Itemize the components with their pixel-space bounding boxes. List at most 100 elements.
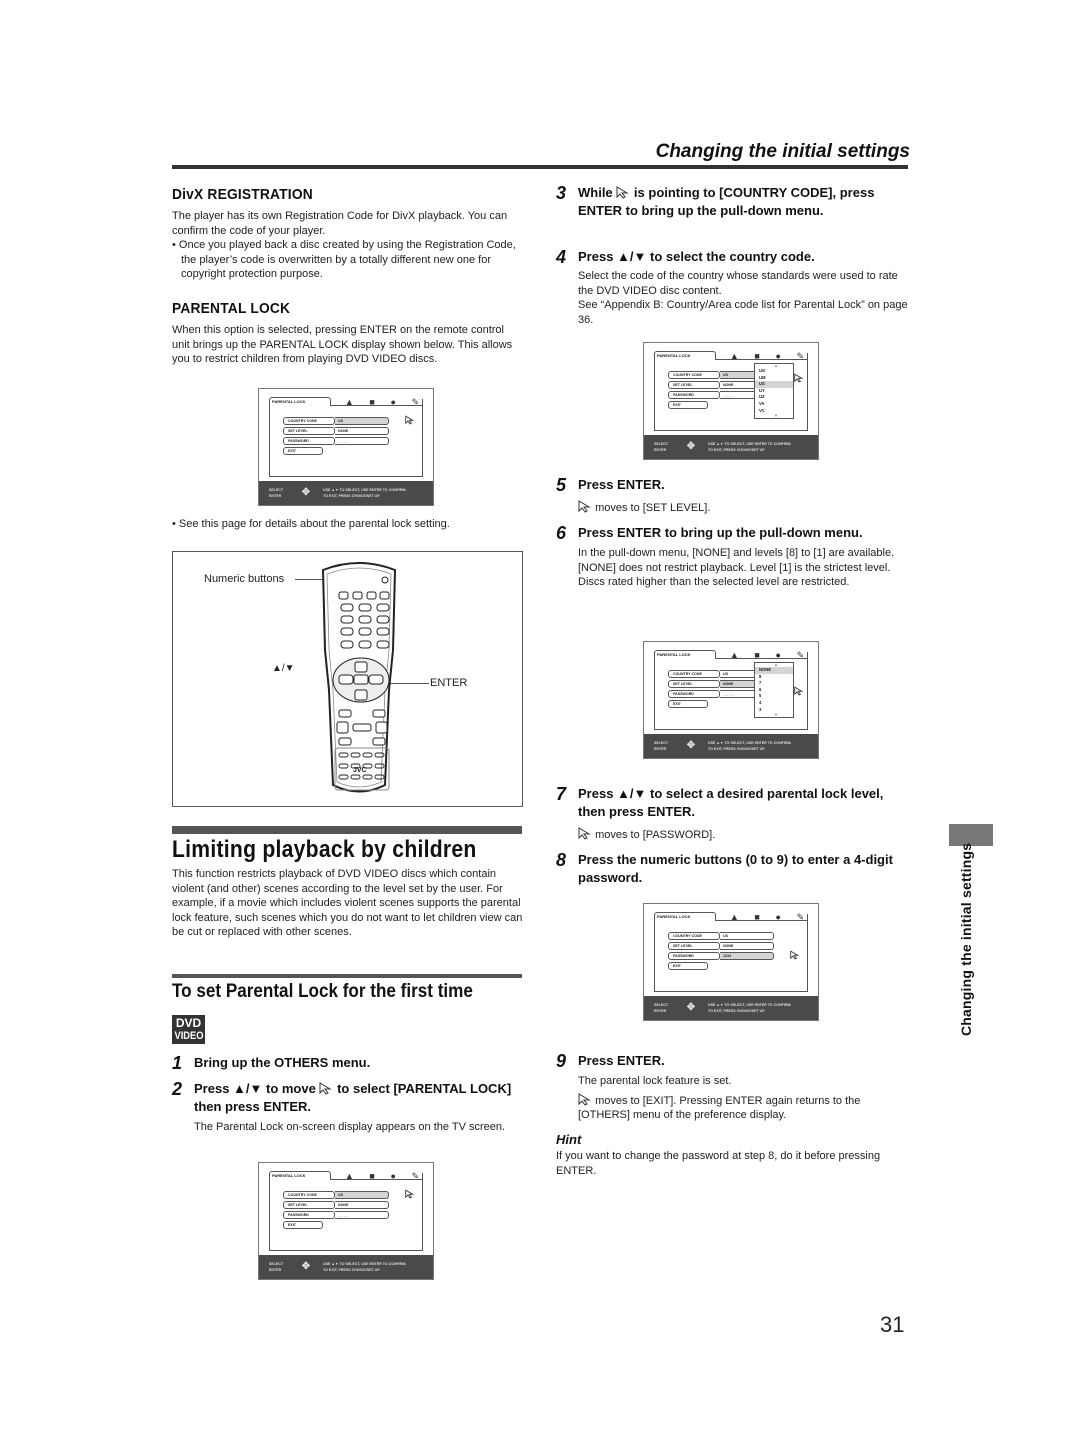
pointer-cursor-icon [616,186,630,199]
osd-menu-row[interactable]: SET LEVEL NONE [283,427,389,435]
pointer-cursor-icon [405,1189,415,1199]
pen-icon: ✎ [411,1171,420,1181]
pulldown-option[interactable]: UZ [755,394,793,401]
step-8: 8 Press the numeric buttons (0 to 9) to … [556,851,912,887]
remote-control-icon [321,562,397,793]
help-line: TO EXIT, PRESS CHOICE/SET UP. [323,1268,381,1272]
enter-label: ENTER [269,1268,282,1272]
osd-tab-title: PARENTAL LOCK [269,397,331,406]
step-description: Select the code of the country whose sta… [578,270,898,297]
speaker-icon: ▲ [344,1171,354,1181]
screen-icon: ■ [754,351,760,361]
osd-menu-row[interactable]: PASSWORD _ _ _ _ [283,1211,389,1219]
osd-pulldown-menu[interactable]: ▲ UG UM US UY UZ VA VC ▼ [754,363,794,419]
country-code-value[interactable]: US [335,417,389,425]
osd-menu-row[interactable]: PASSWORD _ _ _ _ [283,437,389,445]
osd-menu-row[interactable]: COUNTRY CODE US [283,1191,389,1199]
step-1: 1 Bring up the OTHERS menu. [172,1054,524,1072]
scroll-down-icon[interactable]: ▼ [755,713,793,717]
osd-menu-row[interactable]: EXIT [668,700,708,708]
help-line: TO EXIT, PRESS CHOICE/SET UP. [323,494,381,498]
osd-menu-row[interactable]: SET LEVEL NONE [668,942,774,950]
dpad-icon: ✥ [301,1261,311,1272]
pulldown-option[interactable]: UM [755,375,793,382]
dvd-video-badge: DVD VIDEO [172,1015,205,1044]
step-instruction: Press the numeric buttons (0 to 9) to en… [578,852,893,885]
pen-icon: ✎ [796,650,805,660]
step-4: 4 Press ▲/▼ to select the country code. … [556,248,908,327]
osd-tab-title: PARENTAL LOCK [654,351,716,360]
pointer-cursor-icon [794,686,804,696]
osd-help-bar: SELECT ENTER ✥ USE ▲▼ TO SELECT, USE ENTER … [644,435,818,459]
osd-menu-row[interactable]: SET LEVEL NONE [283,1201,389,1209]
page-number: 31 [880,1312,905,1337]
divx-bullet: • Once you played back a disc created by… [172,239,516,280]
screen-icon: ■ [754,650,760,660]
pulldown-option[interactable]: 5 [755,693,793,700]
screen-icon: ■ [754,912,760,922]
osd-help-bar: SELECT ENTER ✥ USE ▲▼ TO SELECT, USE ENTER … [259,481,433,505]
step-2: 2 Press ▲/▼ to move to select [PARENTAL … [172,1080,524,1135]
pulldown-option[interactable]: 7 [755,680,793,687]
step-7: 7 Press ▲/▼ to select a desired parental… [556,785,912,843]
pulldown-option[interactable]: 4 [755,700,793,707]
speaker-icon: ▲ [729,351,739,361]
osd-menu-row[interactable]: EXIT [668,962,708,970]
first-time-heading: To set Parental Lock for the first time [172,981,473,1002]
set-level-value[interactable]: NONE [335,1201,389,1209]
numeric-buttons-label: Numeric buttons [204,573,285,585]
osd-row-label: SET LEVEL [283,427,335,435]
disc-icon: ● [775,912,781,922]
step-number: 6 [556,523,567,543]
set-level-value[interactable]: NONE [335,427,389,435]
step-description: moves to [PASSWORD]. [556,827,912,843]
step-number: 1 [172,1053,183,1073]
osd-row-label: EXIT [668,401,708,409]
speaker-icon: ▲ [729,912,739,922]
help-line: TO EXIT, PRESS CHOICE/SET UP. [708,448,766,452]
step-instruction: Press ENTER to bring up the pull-down me… [578,525,863,540]
section-rule [172,974,522,978]
osd-row-label: PASSWORD [668,952,720,960]
osd-pulldown-menu[interactable]: ▲ NONE 8 7 6 5 4 3 ▼ [754,662,794,718]
step-number: 8 [556,850,567,870]
disc-icon: ● [390,397,396,407]
badge-line2: VIDEO [174,1030,204,1042]
password-value[interactable]: 1234 [720,952,774,960]
password-value[interactable]: _ _ _ _ [335,437,389,445]
pulldown-option[interactable]: US [755,381,793,388]
arrows-label: ▲/▼ [272,663,295,674]
osd-help-bar: SELECT ENTER ✥ USE ▲▼ TO SELECT, USE ENTER … [644,734,818,758]
osd-row-label: SET LEVEL [283,1201,335,1209]
step-9: 9 Press ENTER. The parental lock feature… [556,1052,912,1123]
pulldown-option[interactable]: UG [755,368,793,375]
pulldown-option[interactable]: UY [755,388,793,395]
country-code-value[interactable]: US [335,1191,389,1199]
scroll-down-icon[interactable]: ▼ [755,414,793,418]
country-code-value[interactable]: US [720,932,774,940]
osd-menu-row[interactable]: PASSWORD 1234 [668,952,774,960]
pulldown-option[interactable]: VA [755,401,793,408]
pulldown-option[interactable]: 8 [755,674,793,681]
osd-menu-icons: ▲ ■ ● ✎ [337,1165,427,1181]
osd-row-label: PASSWORD [283,437,335,445]
osd-menu-row[interactable]: EXIT [283,447,323,455]
disc-icon: ● [390,1171,396,1181]
set-level-value[interactable]: NONE [720,942,774,950]
osd-menu-row[interactable]: EXIT [283,1221,323,1229]
step-description-text: moves to [EXIT]. Pressing ENTER again re… [578,1094,861,1122]
step-number: 4 [556,247,567,267]
osd-menu-row[interactable]: COUNTRY CODE US [668,932,774,940]
osd-tab-title: PARENTAL LOCK [654,912,716,921]
pen-icon: ✎ [796,912,805,922]
pulldown-option[interactable]: NONE [755,667,793,674]
osd-menu-row[interactable]: COUNTRY CODE US [283,417,389,425]
pulldown-option[interactable]: 6 [755,687,793,694]
step-number: 3 [556,183,567,203]
pointer-cursor-icon [790,950,800,960]
help-line: TO EXIT, PRESS CHOICE/SET UP. [708,1009,766,1013]
osd-row-label: EXIT [668,700,708,708]
password-value[interactable]: _ _ _ _ [335,1211,389,1219]
osd-menu-row[interactable]: EXIT [668,401,708,409]
step-description: moves to [EXIT]. Pressing ENTER again re… [556,1092,912,1123]
